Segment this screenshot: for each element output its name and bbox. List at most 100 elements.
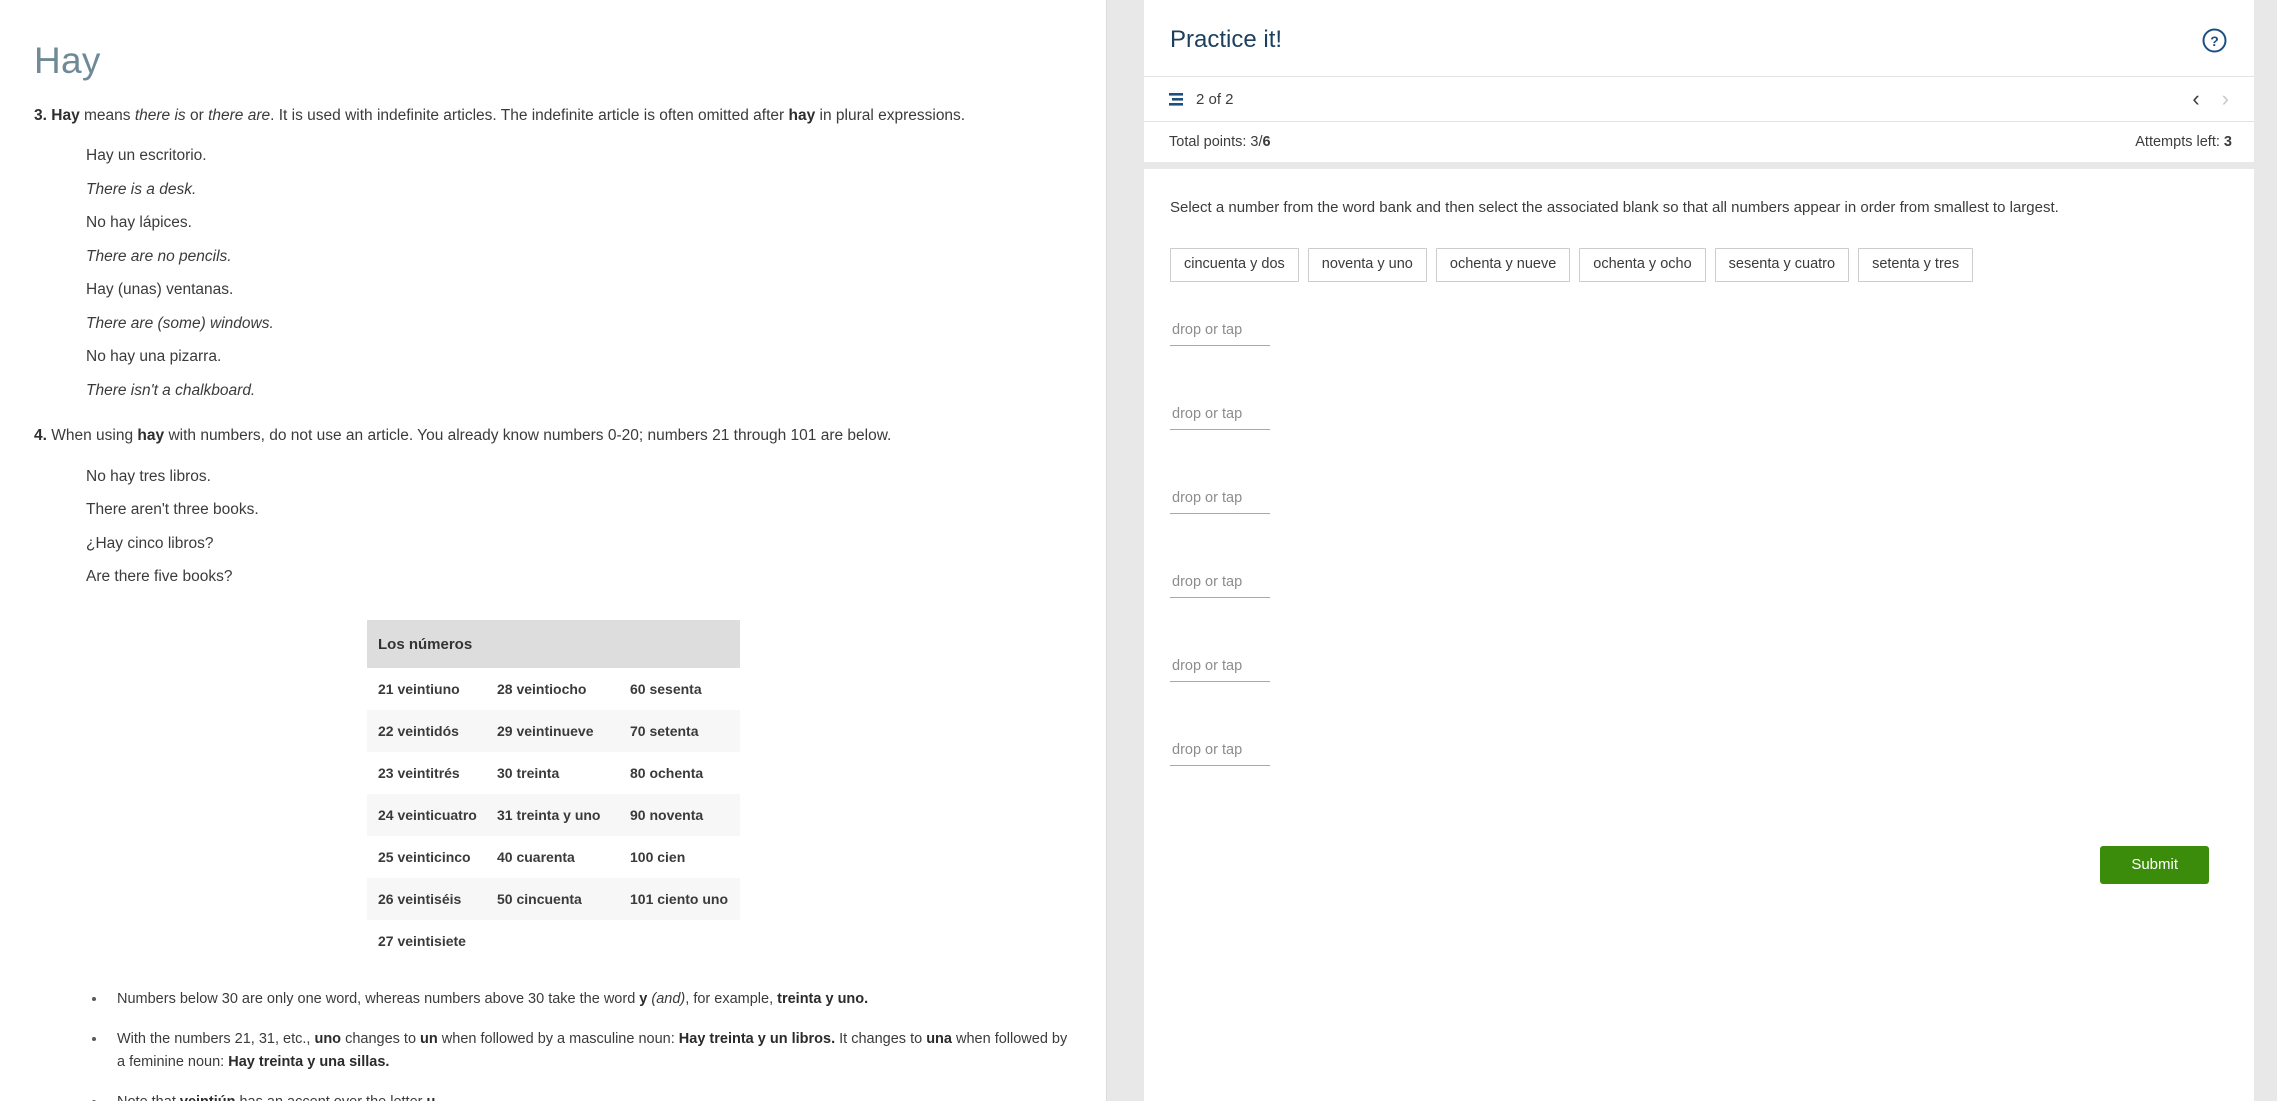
note-1-run-5: Hay treinta y un libros. xyxy=(678,1031,836,1048)
lesson-note-item: Note that veintiún has an accent over th… xyxy=(90,1091,1070,1101)
question-circle-icon[interactable]: ? xyxy=(2201,27,2228,54)
numbers-table-row: 23 veintitrés 30 treinta 80 ochenta xyxy=(367,752,740,794)
note-1-run-6: It changes to xyxy=(835,1031,927,1048)
submit-button[interactable]: Submit xyxy=(2100,845,2209,884)
practice-header-card: Practice it! ? 2 of 2 ‹ › Total points: … xyxy=(1144,0,2254,162)
answer-blank[interactable]: drop or tap xyxy=(1170,658,1270,682)
numbers-table-cell: 28 veintiocho xyxy=(497,680,587,697)
note-0-run-0: Numbers below 30 are only one word, wher… xyxy=(117,990,640,1007)
section-3-run-0: Hay xyxy=(51,107,80,124)
previous-question-button[interactable]: ‹ xyxy=(2189,88,2202,110)
word-bank-chip[interactable]: noventa y uno xyxy=(1307,248,1427,282)
numbers-table-cell: 26 veintiséis xyxy=(378,890,462,907)
section-3-run-6: hay xyxy=(788,107,816,124)
note-1-run-9: Hay treinta y una sillas. xyxy=(228,1053,390,1070)
section-4-number: 4. xyxy=(34,427,47,445)
numbers-table-cell: 24 veinticuatro xyxy=(378,806,477,823)
note-0-run-5: treinta y uno. xyxy=(777,990,869,1007)
next-question-button[interactable]: › xyxy=(2219,88,2232,110)
numbers-table-cell: 70 setenta xyxy=(630,722,699,739)
practice-instructions: Select a number from the word bank and t… xyxy=(1170,199,2059,216)
answer-blank[interactable]: drop or tap xyxy=(1170,322,1270,346)
example-line: There aren't three books. xyxy=(86,501,259,519)
numbers-table-cell: 80 ochenta xyxy=(630,764,704,781)
total-points-earned: 3/ xyxy=(1250,134,1263,150)
example-line: Are there five books? xyxy=(86,568,233,586)
numbers-table-cell: 40 cuarenta xyxy=(497,848,575,865)
section-4-run-0: When using xyxy=(51,427,138,445)
numbers-table-row: 27 veintisiete xyxy=(367,920,740,962)
note-2-run-1: veintiún xyxy=(180,1094,236,1101)
answer-blank-row: drop or tap xyxy=(1170,490,2228,574)
answer-blank[interactable]: drop or tap xyxy=(1170,490,1270,514)
numbers-table-cell: 21 veintiuno xyxy=(378,680,460,697)
numbers-table-cell: 50 cincuenta xyxy=(497,890,582,907)
answer-blank[interactable]: drop or tap xyxy=(1170,406,1270,430)
practice-title: Practice it! xyxy=(1170,26,1283,53)
numbers-table-cell: 31 treinta y uno xyxy=(497,806,601,823)
note-2-run-2: has an accent over the letter xyxy=(235,1094,426,1101)
example-line: No hay lápices. xyxy=(86,214,192,232)
example-line: ¿Hay cinco libros? xyxy=(86,534,214,552)
section-3-run-7: in plural expressions. xyxy=(815,107,966,124)
lesson-notes-list: Numbers below 30 are only one word, wher… xyxy=(90,988,1070,1101)
note-0-run-4: , for example, xyxy=(685,990,778,1007)
numbers-table-cell: 90 noventa xyxy=(630,806,704,823)
word-bank-chip[interactable]: setenta y tres xyxy=(1858,248,1974,282)
practice-points-row: Total points: 3/6 Attempts left: 3 xyxy=(1144,121,2254,162)
note-2-run-0: Note that xyxy=(117,1094,180,1101)
example-line: No hay una pizarra. xyxy=(86,348,222,366)
example-line: Hay (unas) ventanas. xyxy=(86,281,234,299)
answer-blank[interactable]: drop or tap xyxy=(1170,574,1270,598)
numbers-table-cell: 27 veintisiete xyxy=(378,932,466,949)
total-points: Total points: 3/6 xyxy=(1169,134,1271,150)
numbers-table-cell: 100 cien xyxy=(630,848,686,865)
numbers-table: Los números 21 veintiuno 28 veintiocho 60 … xyxy=(367,619,740,962)
example-line: No hay tres libros. xyxy=(86,467,211,485)
answer-blank[interactable]: drop or tap xyxy=(1170,742,1270,766)
numbers-table-cell: 29 veintinueve xyxy=(497,722,594,739)
note-1-run-4: when followed by a masculine noun: xyxy=(437,1031,679,1048)
practice-nav-arrows: ‹ › xyxy=(2189,88,2232,110)
numbers-table-row: 22 veintidós 29 veintinueve 70 setenta xyxy=(367,709,740,752)
section-3-run-2: there is xyxy=(134,107,186,124)
numbers-table-cell xyxy=(497,920,630,962)
section-4-paragraph: 4. When using hay with numbers, do not u… xyxy=(34,425,1070,447)
section-3-number: 3. xyxy=(34,107,47,124)
example-line: Hay un escritorio. xyxy=(86,147,207,165)
word-bank-chip[interactable]: ochenta y ocho xyxy=(1579,248,1706,282)
attempts-left-value: 3 xyxy=(2223,134,2232,150)
section-4-text: When using hay with numbers, do not use … xyxy=(51,427,891,444)
note-2-run-3: u. xyxy=(427,1094,440,1101)
page-title: Hay xyxy=(34,40,101,81)
total-points-label: Total points: xyxy=(1169,134,1251,150)
note-1-run-0: With the numbers 21, 31, etc., xyxy=(117,1031,315,1048)
numbers-table-row: 26 veintiséis 50 cincuenta 101 ciento uno xyxy=(367,877,740,920)
section-3-run-1: means xyxy=(79,107,135,124)
numbers-table-wrapper: Los números 21 veintiuno 28 veintiocho 60 … xyxy=(34,619,1070,962)
note-0-run-3: (and) xyxy=(651,990,686,1007)
lesson-inner: Hay 3. Hay means there is or there are. … xyxy=(0,0,1106,1101)
lesson-content-panel: Hay 3. Hay means there is or there are. … xyxy=(0,0,1107,1101)
answer-blank-row: drop or tap xyxy=(1170,406,2228,490)
total-points-max: 6 xyxy=(1262,134,1271,150)
practice-panel: Practice it! ? 2 of 2 ‹ › Total points: … xyxy=(1144,0,2254,1101)
section-3-paragraph: 3. Hay means there is or there are. It i… xyxy=(34,105,1070,127)
practice-nav-row: 2 of 2 ‹ › xyxy=(1144,76,2254,121)
word-bank-chip[interactable]: ochenta y nueve xyxy=(1435,248,1571,282)
question-counter: 2 of 2 xyxy=(1196,90,1234,108)
svg-text:?: ? xyxy=(2210,33,2219,49)
word-bank-chip[interactable]: cincuenta y dos xyxy=(1170,248,1299,282)
numbers-table-cell: 60 sesenta xyxy=(630,680,702,697)
note-1-run-2: changes to xyxy=(341,1031,421,1048)
word-bank-chip[interactable]: sesenta y cuatro xyxy=(1714,248,1850,282)
answer-blank-row: drop or tap xyxy=(1170,658,2228,742)
practice-title-row: Practice it! ? xyxy=(1144,0,2254,76)
lesson-note-item: Numbers below 30 are only one word, wher… xyxy=(90,988,1070,1010)
list-icon[interactable] xyxy=(1169,92,1186,107)
numbers-table-body: 21 veintiuno 28 veintiocho 60 sesenta 22 ve… xyxy=(367,668,740,962)
practice-counter-group: 2 of 2 xyxy=(1169,91,1234,108)
section-3-run-5: . It is used with indefinite articles. T… xyxy=(270,107,789,124)
numbers-table-row: 21 veintiuno 28 veintiocho 60 sesenta xyxy=(367,668,740,710)
note-1-run-1: uno xyxy=(314,1031,342,1048)
